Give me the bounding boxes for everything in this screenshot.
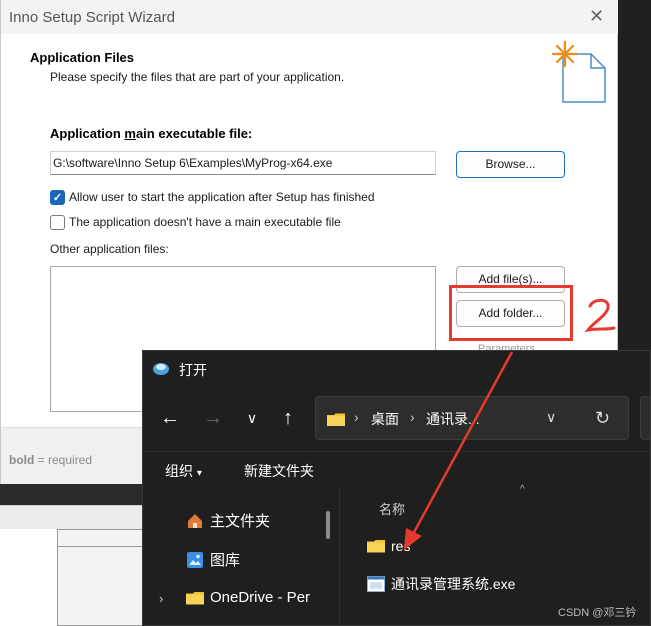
home-icon [188,513,202,528]
file-name: 通讯录管理系统.exe [391,576,516,592]
background-window-left [0,529,57,626]
breadcrumb-current[interactable]: 通讯录... [426,409,480,429]
nav-item-home[interactable]: 主文件夹 [186,510,270,531]
page-subtitle: Please specify the files that are part o… [50,70,345,84]
arrow-right-icon[interactable]: → [201,406,225,430]
allow-start-option[interactable]: ✓ Allow user to start the application af… [50,188,375,206]
dialog-app-icon [153,363,169,375]
folder-icon [367,540,385,553]
nav-item-label: 主文件夹 [210,513,271,530]
file-row-res[interactable]: res [367,538,410,554]
new-file-icon [551,40,606,103]
breadcrumb-chevron-icon: › [410,409,415,425]
dialog-title: 打开 [179,362,207,378]
nav-item-gallery[interactable]: 图库 [186,549,240,570]
close-icon[interactable]: ✕ [589,6,604,27]
open-dialog: 打开 ← → ∨ ↑ › 桌面 › 通讯录... ∨ ↻ 组织 ▾ 新建文件夹 … [142,350,651,626]
no-main-exe-label: The application doesn't have a main exec… [69,215,341,229]
wizard-titlebar[interactable]: Inno Setup Script Wizard ✕ [1,0,618,34]
folder-icon [186,591,204,604]
main-exe-label-post: ain executable file: [135,126,253,141]
address-bar[interactable]: › 桌面 › 通讯录... ∨ ↻ [315,396,629,440]
refresh-icon[interactable]: ↻ [595,408,610,429]
organize-label: 组织 [165,463,193,479]
column-header-name[interactable]: 名称 [379,499,405,518]
new-folder-button[interactable]: 新建文件夹 [244,461,314,481]
background-box-divider [58,546,146,547]
allow-start-label: Allow user to start the application afte… [69,190,375,204]
nav-item-label: OneDrive - Per [210,589,311,606]
page-title: Application Files [30,50,135,65]
wizard-title: Inno Setup Script Wizard [9,9,175,26]
file-name: res [391,538,411,554]
search-input[interactable] [640,396,650,440]
gallery-icon [187,551,203,568]
other-files-label: Other application files: [50,242,169,256]
breadcrumb-desktop[interactable]: 桌面 [371,409,399,429]
nav-item-onedrive[interactable]: OneDrive - Per [186,589,310,606]
no-main-exe-checkbox[interactable] [50,214,65,230]
browse-button[interactable]: Browse... [456,151,565,178]
toolbar-divider [143,451,650,452]
file-row-exe[interactable]: 通讯录管理系统.exe [367,574,515,594]
annotation-highlight-box [449,285,573,341]
folder-icon [327,413,345,426]
main-exe-field[interactable]: G:\software\Inno Setup 6\Examples\MyProg… [50,151,436,175]
exe-icon [367,576,385,592]
main-exe-label: Application main executable file: [50,126,252,141]
arrow-left-icon[interactable]: ← [158,406,182,430]
background-window-right [617,0,651,350]
arrow-up-icon[interactable]: ↑ [276,406,300,430]
caret-down-icon: ▾ [196,468,202,479]
address-dropdown-icon[interactable]: ∨ [546,409,556,426]
no-main-exe-option[interactable]: The application doesn't have a main exec… [50,213,341,231]
nav-item-label: 图库 [210,552,241,569]
required-hint-text: = required [34,453,93,467]
organize-menu[interactable]: 组织 ▾ [165,461,202,481]
background-window-box [57,529,147,626]
required-hint: bold = required [9,453,92,467]
watermark: CSDN @邓三钤 [558,607,637,619]
allow-start-checkbox[interactable]: ✓ [50,189,65,205]
chevron-right-icon[interactable]: › [159,591,163,606]
breadcrumb-chevron-icon: › [354,409,359,425]
main-exe-label-accel: m [124,126,136,141]
annotation-number-two [584,298,616,333]
pane-divider[interactable] [339,489,340,625]
sort-ascending-icon: ^ [520,484,525,495]
nav-scrollbar[interactable] [326,511,330,539]
main-exe-label-pre: Application [50,126,125,141]
chevron-down-icon[interactable]: ∨ [240,406,264,430]
required-hint-bold: bold [9,453,35,467]
